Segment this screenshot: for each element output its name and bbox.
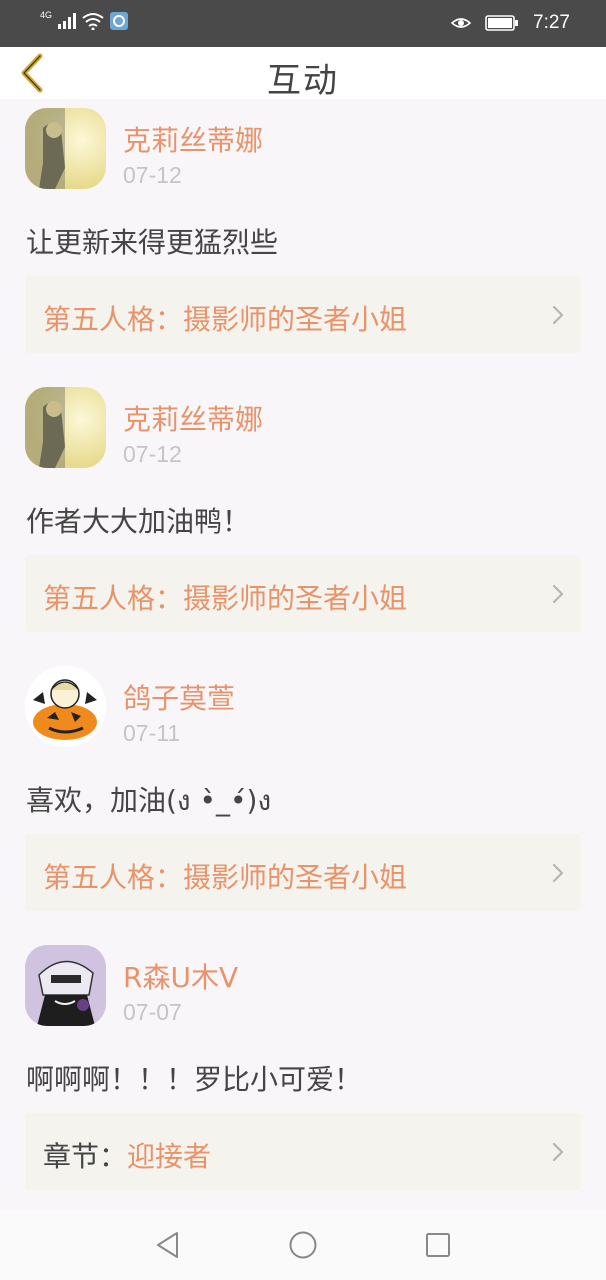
link-title: 第五人格：摄影师的圣者小姐 bbox=[43, 303, 408, 336]
avatar[interactable] bbox=[25, 945, 106, 1026]
back-triangle-icon[interactable] bbox=[153, 1230, 183, 1260]
comment-date: 07-11 bbox=[123, 720, 181, 746]
link-title: 第五人格：摄影师的圣者小姐 bbox=[43, 582, 408, 615]
avatar-image bbox=[25, 666, 106, 747]
comment-list: 克莉丝蒂娜 07-12 让更新来得更猛烈些 第五人格：摄影师的圣者小姐 克莉丝蒂… bbox=[0, 99, 606, 1215]
chevron-right-icon bbox=[552, 1142, 564, 1162]
clock: 7:27 bbox=[533, 12, 570, 33]
work-link-card[interactable]: 第五人格：摄影师的圣者小姐 bbox=[25, 555, 581, 632]
home-circle-icon[interactable] bbox=[288, 1230, 318, 1260]
avatar[interactable] bbox=[25, 387, 106, 468]
comment-text: 让更新来得更猛烈些 bbox=[26, 226, 279, 259]
chapter-link-card[interactable]: 章节：迎接者 bbox=[25, 1113, 581, 1190]
work-link-label: 第五人格：摄影师的圣者小姐 bbox=[43, 298, 407, 338]
recents-square-icon[interactable] bbox=[423, 1230, 453, 1260]
avatar-image bbox=[25, 387, 106, 468]
avatar[interactable] bbox=[25, 108, 106, 189]
status-left: 4G bbox=[40, 10, 129, 30]
signal-icon bbox=[58, 13, 77, 29]
comment-text: 喜欢，加油(ง •̀_•́)ง bbox=[26, 784, 272, 817]
app-notification-icon bbox=[110, 12, 129, 30]
comment-date: 07-12 bbox=[123, 441, 182, 467]
link-title: 第五人格：摄影师的圣者小姐 bbox=[43, 861, 408, 894]
comment-item: R森U木V 07-07 啊啊啊！！！罗比小可爱！ 章节：迎接者 bbox=[0, 936, 606, 1215]
wifi-icon bbox=[82, 13, 104, 30]
username[interactable]: 鸽子莫萱 bbox=[123, 677, 235, 717]
page-title: 互动 bbox=[267, 61, 339, 101]
system-nav-bar bbox=[0, 1210, 606, 1280]
work-link-label: 第五人格：摄影师的圣者小姐 bbox=[43, 856, 407, 896]
header: 互动 bbox=[0, 47, 606, 101]
username[interactable]: 克莉丝蒂娜 bbox=[123, 119, 263, 159]
comment-text: 作者大大加油鸭！ bbox=[26, 505, 251, 538]
avatar-image bbox=[25, 945, 106, 1026]
comment-item: 鸽子莫萱 07-11 喜欢，加油(ง •̀_•́)ง 第五人格：摄影师的圣者小姐 bbox=[0, 657, 606, 936]
status-right: 7:27 bbox=[451, 12, 570, 34]
chevron-right-icon bbox=[552, 584, 564, 604]
eye-icon bbox=[451, 18, 472, 28]
status-bar: 4G 7:27 bbox=[0, 0, 606, 47]
link-title: 迎接者 bbox=[127, 1140, 212, 1173]
work-link-card[interactable]: 第五人格：摄影师的圣者小姐 bbox=[25, 834, 581, 911]
username[interactable]: 克莉丝蒂娜 bbox=[123, 398, 263, 438]
comment-text: 啊啊啊！！！罗比小可爱！ bbox=[26, 1063, 363, 1096]
chevron-right-icon bbox=[552, 863, 564, 883]
avatar[interactable] bbox=[25, 666, 106, 747]
work-link-card[interactable]: 第五人格：摄影师的圣者小姐 bbox=[25, 276, 581, 353]
chapter-link-label: 章节：迎接者 bbox=[43, 1135, 211, 1175]
comment-date: 07-12 bbox=[123, 162, 182, 188]
network-type: 4G bbox=[40, 10, 53, 20]
comment-date: 07-07 bbox=[123, 999, 182, 1025]
chevron-right-icon bbox=[552, 305, 564, 325]
battery-icon bbox=[485, 15, 519, 31]
comment-item: 克莉丝蒂娜 07-12 让更新来得更猛烈些 第五人格：摄影师的圣者小姐 bbox=[0, 99, 606, 378]
link-prefix: 章节： bbox=[43, 1140, 128, 1173]
username[interactable]: R森U木V bbox=[123, 956, 238, 996]
comment-item: 克莉丝蒂娜 07-12 作者大大加油鸭！ 第五人格：摄影师的圣者小姐 bbox=[0, 378, 606, 657]
avatar-image bbox=[25, 108, 106, 189]
work-link-label: 第五人格：摄影师的圣者小姐 bbox=[43, 577, 407, 617]
